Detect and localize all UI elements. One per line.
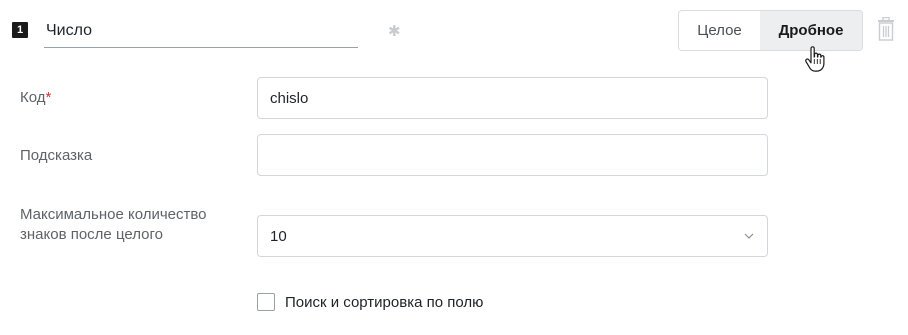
chevron-down-icon (744, 233, 754, 239)
search-sort-option[interactable]: Поиск и сортировка по полю (257, 293, 483, 311)
search-sort-checkbox[interactable] (257, 293, 275, 311)
field-name-input[interactable] (44, 14, 358, 47)
max-digits-label: Максимальное количество знаков после цел… (20, 206, 207, 243)
hint-label: Подсказка (20, 147, 93, 164)
search-sort-label: Поиск и сортировка по полю (285, 293, 484, 311)
type-option-fraction[interactable]: Дробное (760, 11, 862, 50)
code-label-text: Код (20, 89, 46, 106)
code-input[interactable] (257, 77, 768, 119)
hand-pointer-icon (805, 46, 825, 72)
required-mark: * (45, 89, 52, 106)
field-editor: 1 ✱ Целое Дробное Код* Подсказка Максима… (0, 0, 908, 335)
code-label: Код* (20, 88, 51, 108)
trash-icon[interactable] (876, 17, 896, 41)
max-digits-select[interactable]: 10 (257, 215, 768, 257)
required-asterisk-icon[interactable]: ✱ (388, 22, 401, 40)
field-name-wrapper (44, 14, 358, 48)
hint-input[interactable] (257, 134, 768, 176)
max-digits-value: 10 (270, 227, 287, 245)
field-index-badge: 1 (12, 22, 28, 38)
type-option-whole[interactable]: Целое (679, 11, 760, 50)
number-type-toggle: Целое Дробное (678, 10, 863, 51)
